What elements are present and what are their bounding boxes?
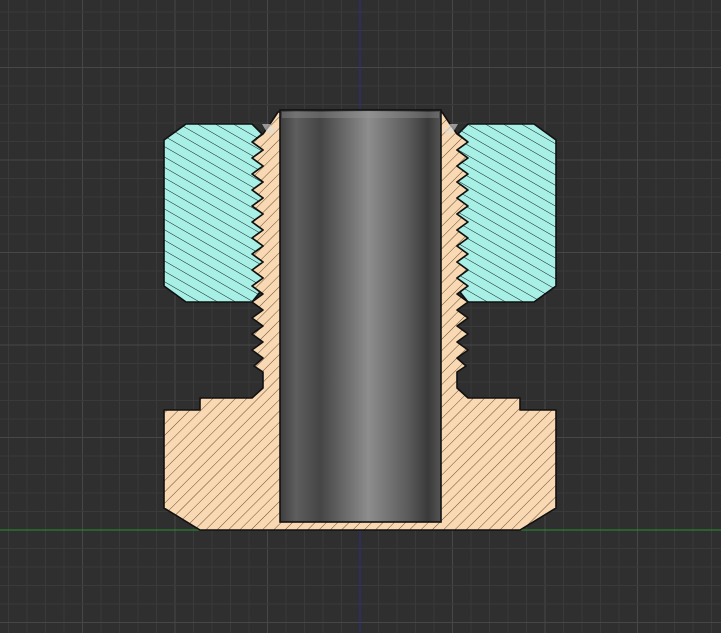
nut-right-section[interactable] <box>456 123 557 303</box>
center-pin-cylinder[interactable] <box>279 109 442 523</box>
cad-viewport[interactable] <box>0 0 721 633</box>
pin-top-highlight <box>282 112 439 118</box>
nut-left-section[interactable] <box>163 123 264 303</box>
section-view-canvas[interactable] <box>0 0 721 633</box>
